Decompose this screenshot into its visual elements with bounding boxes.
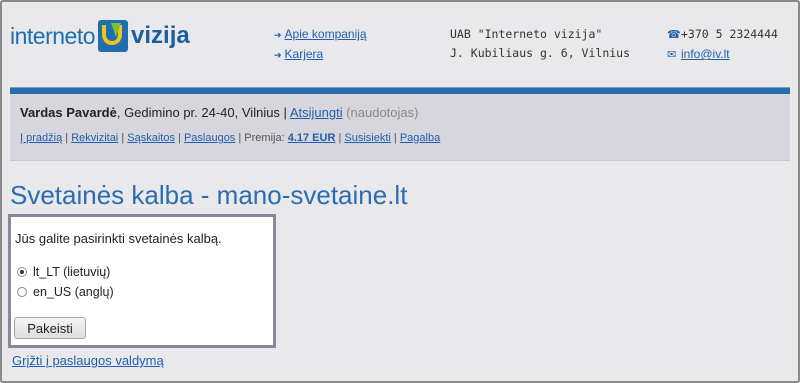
arrow-icon: ➜ (274, 30, 282, 40)
option-en[interactable]: en_US (anglų) (17, 285, 114, 299)
premium-label: Premija: (244, 132, 285, 144)
menu-contact[interactable]: Susisiekti (344, 132, 390, 144)
company-name: UAB "Interneto vizija" (450, 27, 603, 41)
top-nav: ➜ Apie kompaniją ➜ Karjera (274, 25, 367, 65)
logo[interactable]: interneto vizija (10, 16, 190, 56)
premium-value[interactable]: 4.17 EUR (288, 132, 336, 144)
contacts: ☎+370 5 2324444 ✉ info@iv.lt (667, 25, 778, 65)
career-link[interactable]: Karjera (285, 47, 324, 61)
email-link[interactable]: info@iv.lt (681, 47, 730, 61)
logo-mark-icon (98, 20, 129, 52)
menu-services[interactable]: Paslaugos (184, 132, 235, 144)
option-lt[interactable]: lt_LT (lietuvių) (17, 265, 110, 279)
radio-en[interactable] (17, 287, 27, 297)
user-name: Vardas Pavardė (20, 105, 117, 120)
user-bar: Vardas Pavardė, Gedimino pr. 24-40, Viln… (10, 94, 790, 161)
phone-number: +370 5 2324444 (681, 27, 778, 41)
logout-link[interactable]: Atsijungti (290, 105, 343, 120)
arrow-icon: ➜ (274, 50, 282, 60)
mail-icon: ✉ (667, 49, 677, 61)
site-header: interneto vizija ➜ Apie kompaniją ➜ Karjer… (2, 2, 798, 80)
company-info: UAB "Interneto vizija" J. Kubiliaus g. 6… (450, 25, 630, 63)
user-info: Vardas Pavardė, Gedimino pr. 24-40, Viln… (20, 105, 418, 120)
logo-text-interneto: interneto (10, 22, 96, 49)
menu-invoices[interactable]: Sąskaitos (127, 132, 175, 144)
back-link[interactable]: Grįžti į paslaugos valdymą (12, 353, 164, 368)
page-title: Svetainės kalba - mano-svetaine.lt (10, 180, 408, 210)
account-menu: Į pradžią | Rekvizitai | Sąskaitos | Pas… (20, 132, 441, 144)
phone-icon: ☎ (667, 29, 681, 41)
user-address: , Gedimino pr. 24-40, Vilnius | (116, 105, 290, 120)
about-link[interactable]: Apie kompaniją (285, 27, 367, 41)
company-address: J. Kubiliaus g. 6, Vilnius (450, 46, 631, 60)
form-prompt: Jūs galite pasirinkti svetainės kalbą. (15, 231, 222, 246)
header-divider-bar (10, 87, 790, 94)
user-role: (naudotojas) (346, 105, 419, 120)
change-button[interactable]: Pakeisti (14, 317, 86, 339)
option-en-label: en_US (anglų) (33, 285, 114, 299)
radio-lt[interactable] (17, 267, 27, 277)
menu-details[interactable]: Rekvizitai (71, 132, 118, 144)
option-lt-label: lt_LT (lietuvių) (33, 265, 111, 279)
logo-text-vizija: vizija (131, 22, 190, 49)
language-form: Jūs galite pasirinkti svetainės kalbą. l… (8, 214, 276, 348)
menu-home[interactable]: Į pradžią (20, 132, 62, 144)
menu-help[interactable]: Pagalba (400, 132, 440, 144)
